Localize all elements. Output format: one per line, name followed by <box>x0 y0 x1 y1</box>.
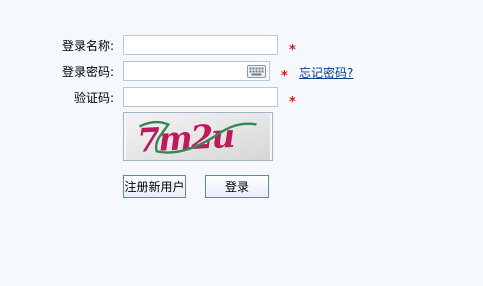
captcha-label: 验证码: <box>73 91 114 105</box>
password-required-mark: * <box>281 69 288 84</box>
username-required-mark: * <box>289 43 296 58</box>
keyboard-icon[interactable] <box>247 65 266 78</box>
username-label: 登录名称: <box>61 39 114 53</box>
username-input[interactable] <box>123 35 278 55</box>
captcha-image[interactable]: 7m2u <box>123 112 273 161</box>
captcha-input[interactable] <box>123 87 278 107</box>
forgot-password-link[interactable]: 忘记密码? <box>299 66 353 80</box>
password-label: 登录密码: <box>61 65 114 79</box>
register-button[interactable]: 注册新用户 <box>123 175 186 198</box>
captcha-required-mark: * <box>289 95 296 110</box>
login-button[interactable]: 登录 <box>205 175 269 198</box>
